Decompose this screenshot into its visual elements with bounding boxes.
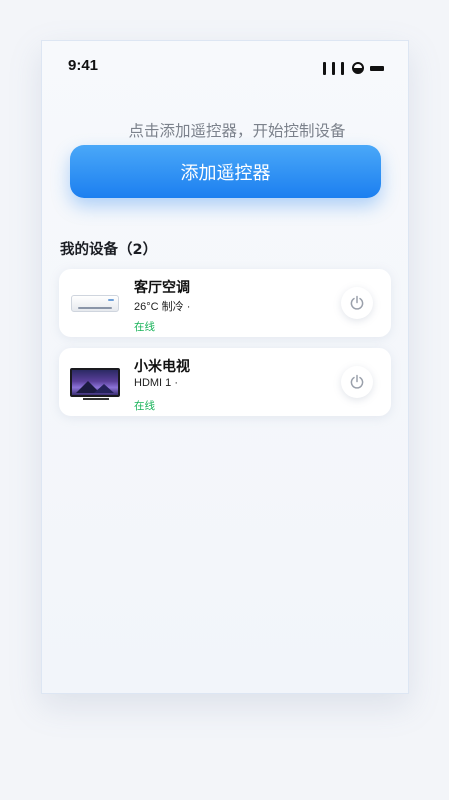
power-button[interactable]: [341, 287, 373, 319]
status-bar: 9:41: [42, 41, 408, 91]
signal-bar-icon: [323, 61, 326, 75]
status-time: 9:41: [68, 57, 99, 74]
signal-bar-icon: [332, 61, 335, 75]
power-icon: [350, 374, 364, 389]
device-card-air-conditioner[interactable]: 客厅空调 26°C 制冷 · 在线: [59, 269, 391, 337]
power-icon: [350, 295, 364, 310]
add-remote-button[interactable]: 添加遥控器: [70, 145, 381, 198]
tv-icon: [69, 358, 121, 406]
wifi-icon: [352, 62, 364, 74]
air-conditioner-icon: [69, 279, 121, 327]
battery-icon: [370, 65, 384, 71]
power-button[interactable]: [341, 366, 373, 398]
signal-bar-icon: [341, 61, 344, 75]
status-icons: [323, 61, 384, 75]
device-card-tv[interactable]: 小米电视 HDMI 1 · 在线: [59, 348, 391, 416]
device-name: 小米电视: [134, 359, 190, 375]
my-devices-title: 我的设备（2）: [60, 242, 158, 258]
device-name: 客厅空调: [134, 280, 190, 296]
add-remote-hint: 点击添加遥控器，开始控制设备: [128, 122, 346, 140]
device-state: HDMI 1 ·: [134, 377, 178, 389]
phone-screen: 9:41 点击添加遥控器，开始控制设备 添加遥控器 我的设备（2） 客厅空调 2…: [41, 40, 409, 694]
device-online-status: 在线: [134, 400, 155, 412]
device-online-status: 在线: [134, 321, 155, 333]
device-state: 26°C 制冷 ·: [134, 301, 191, 313]
